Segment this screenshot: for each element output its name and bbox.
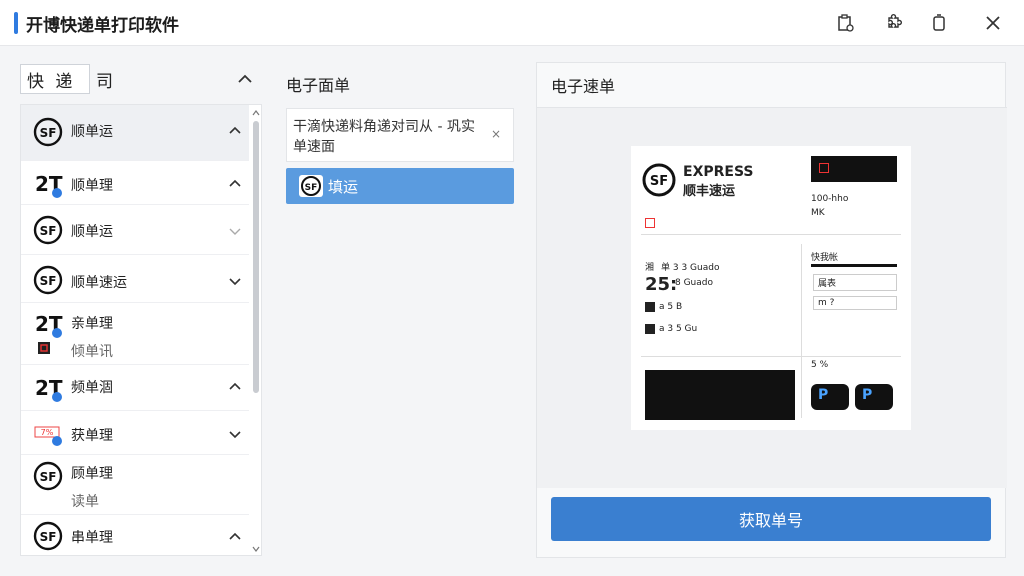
chevron-down-icon[interactable] (227, 223, 243, 239)
list-item[interactable]: SF 顺单速运 (21, 255, 249, 303)
list-item[interactable]: 2T 顺单理 (21, 161, 249, 205)
svg-text:SF: SF (40, 470, 57, 484)
chevron-up-icon[interactable] (227, 123, 243, 139)
chevron-up-icon[interactable] (227, 379, 243, 395)
list-item[interactable]: 2T 频单涸 (21, 365, 249, 411)
waybill-top-right-a: 100-hho (811, 194, 849, 204)
waybill-big-code: 25: (645, 274, 678, 295)
svg-text:SF: SF (305, 183, 318, 193)
waybill-right-select-1: 属表 (813, 274, 897, 291)
window-title: 开博快递单打印软件 (26, 16, 179, 36)
list-item-label: 顺单理 (71, 178, 113, 194)
red-square-icon (819, 163, 829, 173)
waybill-template-card[interactable]: 干滴快递料角递对司从 - 巩实单速面 × (286, 108, 514, 162)
list-item[interactable]: SF 串单理 (21, 515, 249, 555)
waybill-row-b: 5 % (811, 360, 829, 370)
sf-logo-icon: SF (33, 215, 63, 245)
svg-text:SF: SF (40, 126, 57, 140)
sf-logo-icon: SF (33, 117, 63, 147)
divider (801, 244, 802, 418)
red-brand-logo-icon: 7% (34, 426, 62, 446)
divider (641, 234, 901, 235)
list-item-label: 亲单理 (71, 316, 113, 332)
list-item[interactable]: 2T 亲单理 倾单讯 (21, 303, 249, 365)
svg-text:7%: 7% (41, 428, 54, 437)
selected-template-label: 填运 (328, 178, 359, 196)
close-icon[interactable] (980, 10, 1006, 36)
waybill-top-right-b: MK (811, 208, 825, 218)
clipboard-icon[interactable] (832, 10, 858, 36)
list-item[interactable]: SF 顾单理 读单 (21, 455, 249, 515)
search-suffix-label: 司 (96, 72, 113, 92)
svg-text:SF: SF (40, 274, 57, 288)
waybill-right-head: 快我帐 (811, 253, 839, 263)
zt-logo-icon: 2T (35, 312, 63, 338)
preview-title: 电子速单 (551, 77, 616, 96)
waybill-brand: EXPRESS (683, 164, 754, 180)
sf-logo-icon: SF (33, 521, 63, 551)
red-square-icon (38, 342, 50, 354)
list-scrollbar[interactable] (251, 105, 261, 555)
divider (811, 264, 897, 267)
chevron-up-icon[interactable] (227, 529, 243, 545)
scroll-up-icon[interactable] (252, 109, 260, 117)
list-item-sublabel: 倾单讯 (71, 344, 113, 360)
square-icon (645, 324, 655, 334)
title-bar: 开博快递单打印软件 (0, 0, 1024, 46)
list-item-label: 串单理 (71, 530, 113, 546)
waybill-preview-panel: 电子速单 SF EXPRESS 顺丰速运 100-hho MK 湘 单 3 3 … (536, 62, 1007, 558)
chevron-up-icon[interactable] (234, 68, 256, 90)
waybill-right-select-2: m ? (813, 296, 897, 310)
sf-logo-icon: SF (33, 461, 63, 491)
red-square-icon (645, 218, 655, 228)
close-icon[interactable]: × (491, 127, 501, 141)
parking-icon: P (811, 384, 849, 410)
svg-text:SF: SF (650, 174, 668, 189)
list-item-label: 顾单理 (71, 466, 113, 482)
scrollbar-thumb[interactable] (253, 121, 259, 393)
selected-waybill-template[interactable]: SF 填运 (286, 168, 514, 204)
svg-text:SF: SF (40, 530, 57, 544)
phone-icon[interactable] (926, 10, 952, 36)
svg-text:SF: SF (40, 224, 57, 238)
waybill-brand-cn: 顺丰速运 (683, 184, 736, 199)
zt-logo-icon: 2T (35, 172, 63, 198)
list-item-label: 获单理 (71, 428, 113, 444)
zt-logo-icon: 2T (35, 376, 63, 402)
get-tracking-number-button[interactable]: 获取单号 (551, 497, 991, 541)
scroll-down-icon[interactable] (252, 545, 260, 553)
list-item[interactable]: SF 顺单运 (21, 205, 249, 255)
chevron-up-icon[interactable] (227, 176, 243, 192)
sf-logo-icon: SF (299, 175, 323, 197)
puzzle-icon[interactable] (880, 10, 906, 36)
list-item-label: 频单涸 (71, 380, 113, 396)
title-accent-bar (14, 12, 18, 34)
sf-logo-icon: SF (33, 265, 63, 295)
parking-icon: P (855, 384, 893, 410)
waybill-row-a: a 5 B (659, 302, 683, 312)
waybill-section-title: 电子面单 (286, 76, 351, 95)
sf-logo-icon: SF (642, 163, 676, 197)
list-item-label: 顺单速运 (71, 275, 127, 291)
list-item-sublabel: 读单 (71, 494, 99, 510)
waybill-line-1: 单 3 3 Guado (661, 263, 720, 273)
chevron-down-icon[interactable] (227, 273, 243, 289)
list-item[interactable]: 7% 获单理 (21, 411, 249, 455)
preview-area: SF EXPRESS 顺丰速运 100-hho MK 湘 单 3 3 Guado… (537, 108, 1007, 488)
list-item[interactable]: SF 顺单运 (21, 105, 249, 161)
waybill-region-code: 湘 (645, 263, 655, 273)
list-item-label: 顺单运 (71, 124, 113, 140)
chevron-down-icon[interactable] (227, 426, 243, 442)
waybill-row-c: a 3 5 Gu (659, 324, 698, 334)
divider (641, 356, 901, 357)
waybill-line-2: 8 Guado (675, 278, 713, 288)
courier-search-header: 快 递 司 (20, 64, 260, 94)
waybill-template-text: 干滴快递料角递对司从 - 巩实单速面 (293, 119, 475, 155)
list-item-label: 顺单运 (71, 224, 113, 240)
square-icon (645, 302, 655, 312)
courier-search-input[interactable]: 快 递 (20, 64, 90, 94)
courier-list: SF 顺单运 2T 顺单理 SF 顺单运 SF 顺单速运 2T 亲单理 倾单讯 … (20, 104, 262, 556)
waybill-preview: SF EXPRESS 顺丰速运 100-hho MK 湘 单 3 3 Guado… (631, 146, 911, 430)
waybill-barcode-block (645, 370, 795, 420)
